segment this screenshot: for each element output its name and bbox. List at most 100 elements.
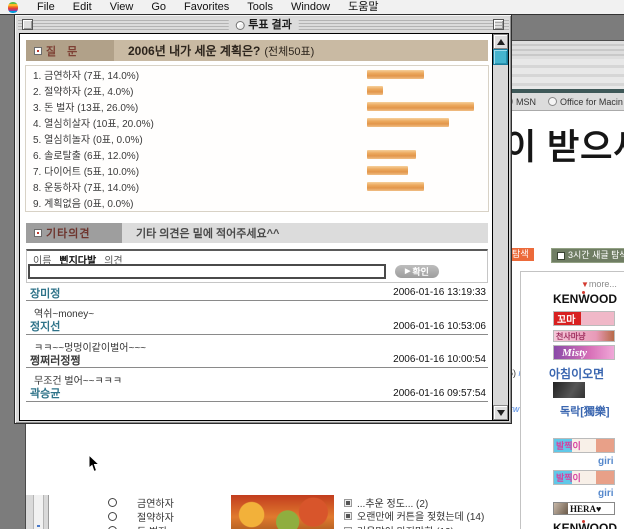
ad-hera-banner[interactable]: HERA♥ [553,502,615,515]
more-link[interactable]: ▼more... [581,279,617,289]
comment-text: 무조건 벌어~~ㅋㅋㅋ [26,368,488,387]
poll-option-row: 4. 열심히살자 (10표, 20.0%) [26,114,488,130]
recent-posts-badge[interactable]: 3시간 새글 탐색 [551,248,624,263]
close-box[interactable] [22,19,33,30]
ad-giri-link[interactable]: giri [598,488,614,499]
question-header: 질 문 2006년 내가 세운 계획은? (전체50표) [26,40,488,61]
radio-button[interactable] [108,498,117,507]
result-bar [367,150,416,159]
poll-option-row: 7. 다이어트 (5표, 10.0%) [26,163,488,179]
etc-opinion-label: 기타의견 [26,223,122,243]
scrollbar[interactable] [492,34,508,420]
comment-entry: 곽승균 2006-01-16 09:57:54 [26,386,488,420]
poll-option-row: 8. 운동하자 (7표, 14.0%) [26,179,488,195]
ad-baljjigi-banner[interactable]: 발찍이 [553,438,615,453]
comment-header: 쩡쩌러정쩡 2006-01-16 10:00:54 [26,352,488,368]
screen: File Edit View Go Favorites Tools Window… [0,0,624,529]
board-item[interactable]: 오랜만에 커튼을 젖혔는데 (14) [344,509,484,522]
comment-text: ㅋㅋ~~멍멍이같이벌어~~~ [26,335,488,354]
comment-timestamp: 2006-01-16 09:57:54 [393,388,486,399]
post-icon [344,499,352,507]
menu-edit[interactable]: Edit [64,0,101,14]
vote-form: 금연하자 절약하자 돈 벌자 열심히살자 열심히놀자 솔로탈출 [96,495,226,529]
comment-timestamp: 2006-01-16 13:19:33 [393,287,486,298]
up-arrow-icon [497,39,505,45]
ad-kenwood[interactable]: KENWOOD [553,521,617,529]
opinion-input[interactable] [28,264,386,279]
ad-misty-banner[interactable]: Misty [553,345,615,360]
board-item[interactable]: 겨울맞이 마지막회 (12) [344,524,454,529]
result-bar [367,70,424,79]
scroll-down-button[interactable] [493,405,508,420]
result-bar [367,166,408,175]
favorites-item-office[interactable]: Office for Macin [542,96,624,108]
result-bar [367,118,449,127]
ad-dokrak-link[interactable]: 독락[獨樂] [560,403,610,419]
poll-content: 질 문 2006년 내가 세운 계획은? (전체50표) 1. 금연하자 (7표… [21,35,494,419]
scroll-up-button[interactable] [493,34,508,49]
windowshade-box[interactable] [493,19,504,30]
banner-text: 이 받으세 [504,119,624,170]
radio-button[interactable] [108,512,117,521]
poll-option-row: 5. 열심히놀자 (0표, 0.0%) [26,130,488,146]
menu-view[interactable]: View [101,0,143,14]
down-arrow-icon [497,410,505,416]
window-icon [235,21,244,30]
comment-text [26,402,488,406]
apple-menu-icon[interactable] [8,2,18,13]
menu-bar: File Edit View Go Favorites Tools Window… [0,0,624,15]
favorite-icon [548,97,557,106]
comment-timestamp: 2006-01-16 10:00:54 [393,354,486,365]
menu-tools[interactable]: Tools [238,0,282,14]
strip-mark [37,525,40,527]
menu-file[interactable]: File [28,0,64,14]
ad-kenwood[interactable]: KENWOOD [553,292,617,306]
etc-opinion-hint: 기타 의견은 밑에 적어주세요^^ [122,223,279,243]
etc-opinion-header: 기타의견 기타 의견은 밑에 적어주세요^^ [26,223,488,243]
ad-chonsa-banner[interactable]: 천사마냥 [553,330,615,342]
frame-scroll-track [33,495,44,529]
post-icon [344,512,352,520]
submit-arrow-icon: ▶ [405,268,410,275]
hera-thumb [554,503,568,514]
comment-list: 장미정 2006-01-16 13:19:33 역쉬~money~ 정지선 20… [26,285,488,419]
lantern-photo[interactable] [231,495,334,529]
comment-author[interactable]: 쩡쩌러정쩡 [30,352,81,368]
comment-author[interactable]: 곽승균 [30,385,60,401]
comment-timestamp: 2006-01-16 10:53:06 [393,321,486,332]
mouse-cursor [88,455,100,473]
poll-option-row: 3. 돈 벌자 (13표, 26.0%) [26,98,488,114]
window-content: 질 문 2006년 내가 세운 계획은? (전체50표) 1. 금연하자 (7표… [19,33,509,421]
frame-scroll-strip[interactable] [26,495,49,529]
question-label: 질 문 [26,40,114,61]
ad-baljjigi-banner[interactable]: 발찍이 [553,470,615,485]
comment-author[interactable]: 장미정 [30,285,60,301]
more-triangle-icon: ▼ [581,280,589,289]
camera-logo-image[interactable] [553,382,585,398]
vote-option-row: 금연하자 [96,495,226,509]
ad-giri-link[interactable]: giri [598,456,614,467]
comment-author[interactable]: 정지선 [30,318,60,334]
poll-result-window: 투표 결과 질 문 2006년 내가 세운 계획은? (전체50표) [14,14,512,424]
menu-favorites[interactable]: Favorites [175,0,238,14]
poll-option-row: 9. 계획없음 (0표, 0.0%) [26,195,488,211]
vote-option-row: 돈 벌자 [96,524,226,529]
result-bar [367,102,474,111]
scroll-thumb[interactable] [493,49,508,65]
submit-button[interactable]: ▶ 확인 [395,265,439,278]
menu-help[interactable]: 도움말 [339,0,387,14]
bullet-square-icon [34,229,42,237]
vote-option-row: 절약하자 [96,509,226,523]
menu-window[interactable]: Window [282,0,339,14]
ad-morning-link[interactable]: 아침이오면 [549,365,604,382]
comment-header: 정지선 2006-01-16 10:53:06 [26,319,488,335]
badge-box-icon [557,252,565,260]
poll-option-row: 2. 절약하자 (2표, 4.0%) [26,82,488,98]
ad-komma-banner[interactable]: 꼬마 [553,311,615,326]
result-bar [367,182,424,191]
comment-entry: 장미정 2006-01-16 13:19:33 역쉬~money~ [26,285,488,319]
window-title-bar[interactable]: 투표 결과 [18,18,509,32]
opinion-form: 이름 삔지다발 의견 ▶ 확인 [26,249,488,283]
poll-options-list: 1. 금연하자 (7표, 14.0%) 2. 절약하자 (2표, 4.0%) 3… [25,65,489,212]
menu-go[interactable]: Go [142,0,175,14]
